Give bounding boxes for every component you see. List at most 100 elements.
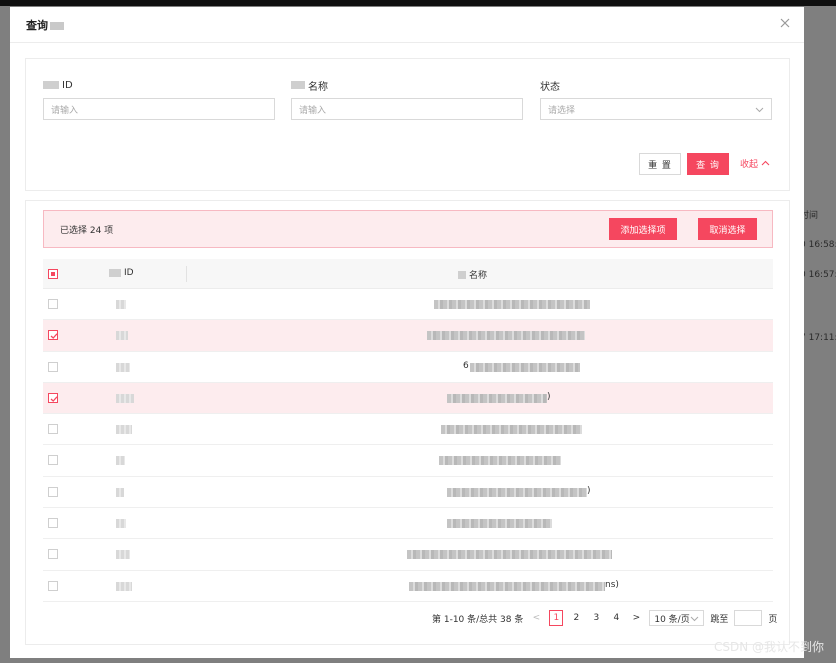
row-checkbox[interactable] bbox=[48, 392, 58, 403]
status-label-text: 状态 bbox=[540, 81, 560, 93]
row-checkbox[interactable] bbox=[48, 299, 58, 309]
name-cell-text: ns) bbox=[605, 579, 619, 590]
table-row[interactable] bbox=[43, 289, 773, 321]
table-row[interactable]: ns) bbox=[43, 571, 773, 602]
add-selection-button[interactable]: 添加选择项 bbox=[609, 218, 677, 240]
table-row[interactable] bbox=[43, 539, 773, 571]
checkmark-icon bbox=[50, 396, 58, 402]
collapse-label: 收起 bbox=[740, 160, 759, 170]
id-label-text: ID bbox=[62, 79, 73, 91]
redacted-name-cell bbox=[441, 425, 582, 435]
page-size-select[interactable]: 10 条/页 bbox=[649, 610, 705, 626]
row-checkbox[interactable] bbox=[48, 580, 58, 591]
modal-title: 查询 bbox=[26, 17, 64, 33]
redacted-id-cell bbox=[116, 425, 132, 435]
results-panel: 已选择 24 项 添加选择项 取消选择 ID 名称 6)) ns) 第 1-10 … bbox=[25, 200, 790, 645]
page-button-2[interactable]: 2 bbox=[569, 610, 583, 626]
redacted-id-cell bbox=[116, 550, 130, 560]
name-label-text: 名称 bbox=[308, 81, 328, 93]
name-cell-text: ) bbox=[547, 391, 551, 402]
query-button[interactable]: 查 询 bbox=[687, 153, 729, 175]
table-body: 6)) ns) bbox=[43, 289, 773, 602]
redacted-id-cell bbox=[116, 456, 125, 466]
row-checkbox[interactable] bbox=[48, 518, 58, 529]
status-field-label: 状态 bbox=[540, 77, 772, 93]
redacted-text bbox=[291, 81, 305, 89]
name-input-placeholder: 请输入 bbox=[299, 105, 327, 116]
name-input[interactable]: 请输入 bbox=[291, 98, 523, 120]
table-row[interactable] bbox=[43, 320, 773, 352]
row-checkbox[interactable] bbox=[48, 330, 58, 341]
name-cell-text: ) bbox=[587, 485, 591, 496]
chevron-down-icon bbox=[691, 616, 699, 622]
name-field-label: 名称 bbox=[291, 77, 523, 93]
next-page-button[interactable]: > bbox=[629, 610, 643, 626]
modal-title-text: 查询 bbox=[26, 19, 48, 32]
id-input[interactable]: 请输入 bbox=[43, 98, 275, 120]
selection-alert: 已选择 24 项 添加选择项 取消选择 bbox=[43, 210, 773, 248]
modal-header: 查询 bbox=[10, 7, 804, 43]
redacted-text bbox=[458, 270, 466, 279]
jump-label: 跳至 bbox=[710, 614, 729, 625]
redacted-id-cell bbox=[116, 300, 126, 309]
jump-suffix: 页 bbox=[768, 614, 778, 625]
row-checkbox[interactable] bbox=[48, 486, 58, 497]
selection-count: 已选择 24 项 bbox=[60, 226, 114, 236]
row-checkbox[interactable] bbox=[48, 455, 58, 466]
redacted-id-cell bbox=[116, 487, 124, 497]
column-header-id: ID bbox=[109, 268, 134, 278]
redacted-id-cell bbox=[116, 581, 132, 591]
chevron-up-icon bbox=[761, 160, 770, 166]
jump-page-input[interactable] bbox=[734, 610, 763, 626]
redacted-name-cell bbox=[470, 362, 580, 372]
table-row[interactable] bbox=[43, 508, 773, 540]
column-divider bbox=[186, 266, 187, 282]
redacted-text bbox=[43, 81, 59, 89]
page-button-1[interactable]: 1 bbox=[549, 610, 564, 626]
page-button-4[interactable]: 4 bbox=[609, 610, 623, 626]
id-field-label: ID bbox=[43, 77, 275, 93]
table-row[interactable]: 6 bbox=[43, 352, 773, 383]
table-header: ID 名称 bbox=[43, 259, 773, 289]
name-cell-text: 6 bbox=[463, 360, 469, 371]
query-modal: 查询 ID 请输入 名称 请输入 状态 请选择 重 置 查 询 收起 已选择 2… bbox=[10, 7, 804, 658]
id-field: ID 请输入 bbox=[43, 77, 275, 120]
id-input-placeholder: 请输入 bbox=[51, 105, 79, 116]
checkmark-icon bbox=[50, 333, 58, 340]
watermark: CSDN @我认不到你 bbox=[713, 640, 824, 654]
clear-selection-button[interactable]: 取消选择 bbox=[698, 218, 757, 240]
reset-button[interactable]: 重 置 bbox=[639, 153, 681, 175]
redacted-id-cell bbox=[116, 393, 134, 403]
status-field: 状态 请选择 bbox=[540, 77, 772, 120]
results-table: ID 名称 6)) ns) bbox=[43, 259, 773, 602]
redacted-text bbox=[50, 22, 64, 30]
table-row[interactable]: ) bbox=[43, 382, 773, 415]
redacted-name-cell bbox=[427, 331, 585, 341]
prev-page-button[interactable]: < bbox=[529, 610, 543, 626]
status-select-placeholder: 请选择 bbox=[548, 105, 576, 116]
table-row[interactable] bbox=[43, 445, 773, 477]
redacted-id-cell bbox=[116, 362, 130, 372]
redacted-id-cell bbox=[116, 331, 128, 341]
redacted-name-cell bbox=[447, 393, 547, 403]
column-header-name-text: 名称 bbox=[469, 271, 488, 281]
search-panel: ID 请输入 名称 请输入 状态 请选择 重 置 查 询 收起 bbox=[25, 58, 790, 191]
redacted-name-cell bbox=[439, 456, 561, 466]
redacted-name-cell bbox=[409, 581, 605, 591]
table-row[interactable] bbox=[43, 414, 773, 446]
table-row[interactable]: ) bbox=[43, 477, 773, 509]
select-all-checkbox[interactable] bbox=[48, 269, 58, 279]
collapse-link[interactable]: 收起 bbox=[740, 157, 770, 170]
name-field: 名称 请输入 bbox=[291, 77, 523, 120]
redacted-name-cell bbox=[407, 550, 612, 560]
column-header-name: 名称 bbox=[458, 268, 487, 281]
close-icon[interactable] bbox=[778, 16, 792, 30]
page-button-3[interactable]: 3 bbox=[589, 610, 603, 626]
row-checkbox[interactable] bbox=[48, 361, 58, 372]
row-checkbox[interactable] bbox=[48, 424, 58, 435]
row-checkbox[interactable] bbox=[48, 549, 58, 560]
pagination-summary: 第 1-10 条/总共 38 条 bbox=[432, 614, 524, 625]
redacted-id-cell bbox=[116, 519, 126, 529]
chevron-down-icon bbox=[755, 107, 764, 113]
status-select[interactable]: 请选择 bbox=[540, 98, 772, 120]
